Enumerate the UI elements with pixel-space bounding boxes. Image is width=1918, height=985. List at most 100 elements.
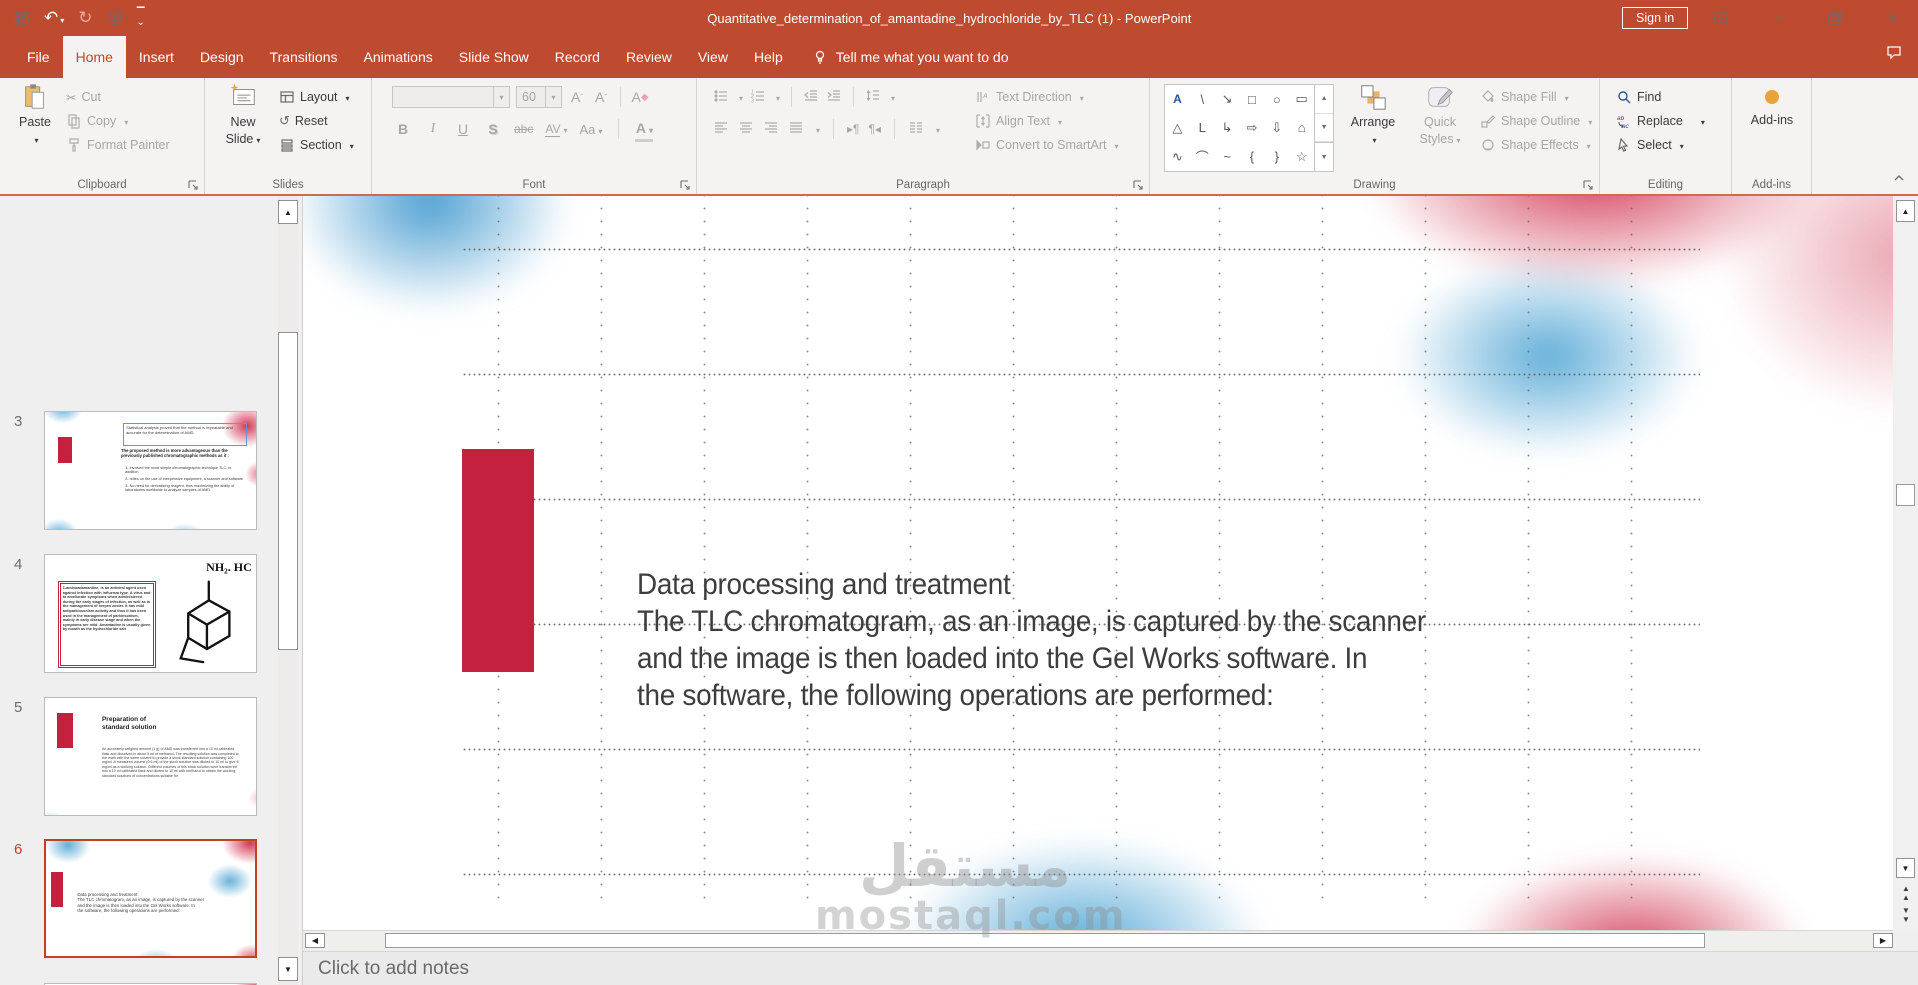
gallery-more-button[interactable]: ▼: [1315, 142, 1333, 171]
bold-button[interactable]: B: [394, 118, 412, 140]
tab-review[interactable]: Review: [613, 36, 685, 78]
drawing-dialog-launcher[interactable]: [1582, 178, 1594, 190]
tab-help[interactable]: Help: [741, 36, 796, 78]
right-to-left-button[interactable]: ¶◂: [868, 122, 880, 136]
tab-record[interactable]: Record: [542, 36, 613, 78]
comments-button[interactable]: [1886, 44, 1902, 65]
columns-button[interactable]: [908, 120, 924, 139]
text-direction-button[interactable]: A Text Direction: [975, 86, 1084, 108]
select-button[interactable]: Select: [1616, 134, 1684, 156]
shape-textbox[interactable]: A: [1165, 85, 1190, 114]
shape-rectangle[interactable]: □: [1240, 85, 1265, 114]
new-slide-button[interactable]: New Slide: [215, 82, 271, 148]
shape-right-brace[interactable]: }: [1264, 142, 1289, 171]
shape-left-brace[interactable]: {: [1240, 142, 1265, 171]
line-spacing-button[interactable]: [865, 88, 881, 107]
quick-styles-button[interactable]: Quick Styles: [1408, 82, 1472, 148]
slide-canvas[interactable]: Data processing and treatment The TLC ch…: [303, 196, 1893, 930]
tab-transitions[interactable]: Transitions: [257, 36, 351, 78]
shape-effects-button[interactable]: Shape Effects: [1480, 134, 1591, 156]
tab-design[interactable]: Design: [187, 36, 257, 78]
tab-slideshow[interactable]: Slide Show: [446, 36, 542, 78]
previous-slide-button[interactable]: ▲ ▲: [1897, 884, 1915, 902]
horizontal-scrollbar[interactable]: ◀ ▶: [303, 930, 1893, 950]
shape-star[interactable]: ☆: [1289, 142, 1314, 171]
collapse-ribbon-button[interactable]: [1892, 171, 1906, 190]
sign-in-button[interactable]: Sign in: [1622, 7, 1689, 29]
shape-elbow-arrow[interactable]: ↳: [1215, 114, 1240, 143]
red-rectangle-shape[interactable]: [462, 449, 534, 672]
arrange-button[interactable]: Arrange: [1342, 82, 1404, 148]
scroll-left-button[interactable]: ◀: [305, 933, 325, 948]
vertical-scrollbar-thumb[interactable]: [1896, 484, 1915, 506]
minimize-button[interactable]: [1762, 0, 1796, 36]
slide-thumbnail-5[interactable]: Preparation of standard solution An accu…: [44, 697, 257, 816]
shape-elbow[interactable]: L: [1190, 114, 1215, 143]
horizontal-scrollbar-thumb[interactable]: [385, 933, 1705, 948]
strikethrough-button[interactable]: abc: [514, 118, 533, 140]
tab-view[interactable]: View: [685, 36, 741, 78]
paste-button[interactable]: Paste: [8, 82, 62, 148]
font-name-combo[interactable]: ▾: [392, 86, 510, 108]
tab-home[interactable]: Home: [62, 36, 126, 78]
character-spacing-button[interactable]: AV: [545, 118, 567, 140]
ribbon-display-options-button[interactable]: [1704, 0, 1738, 36]
scroll-right-button[interactable]: ▶: [1873, 933, 1893, 948]
redo-button[interactable]: ↻: [78, 8, 92, 28]
thumbnail-scroll-down-button[interactable]: ▼: [278, 957, 298, 981]
close-button[interactable]: [1876, 0, 1910, 36]
text-shadow-button[interactable]: S: [484, 118, 502, 140]
clear-formatting-button[interactable]: A ◆: [631, 86, 649, 108]
replace-button[interactable]: ab ac Replace: [1616, 110, 1705, 132]
save-button[interactable]: [14, 10, 30, 26]
thumbnail-scrollbar-thumb[interactable]: [278, 332, 298, 650]
clipboard-dialog-launcher[interactable]: [187, 178, 199, 190]
shrink-font-button[interactable]: Aˇ: [592, 86, 610, 108]
bullets-button[interactable]: [713, 88, 729, 107]
vertical-scrollbar[interactable]: ▲ ▼ ▲ ▲ ▼ ▼: [1893, 196, 1918, 930]
gallery-scroll-down[interactable]: ▼: [1315, 114, 1333, 143]
slide-thumbnail-6[interactable]: Data processing and treatment The TLC ch…: [44, 839, 257, 958]
tab-file[interactable]: File: [14, 36, 63, 78]
layout-button[interactable]: Layout: [279, 86, 350, 108]
change-case-button[interactable]: Aa: [580, 118, 603, 140]
thumbnail-scroll-up-button[interactable]: ▲: [278, 200, 298, 224]
shape-triangle[interactable]: △: [1165, 114, 1190, 143]
next-slide-button[interactable]: ▼ ▼: [1897, 906, 1915, 924]
shape-arc[interactable]: ⌒: [1190, 142, 1215, 171]
shape-line[interactable]: \: [1190, 85, 1215, 114]
shape-outline-button[interactable]: Shape Outline: [1480, 110, 1592, 132]
decrease-indent-button[interactable]: [803, 88, 819, 107]
tab-insert[interactable]: Insert: [126, 36, 187, 78]
thumbnail-scrollbar[interactable]: ▲ ▼: [278, 196, 298, 985]
reset-button[interactable]: ↺ Reset: [279, 110, 328, 132]
customize-qat-button[interactable]: ▔ ⌄: [137, 9, 145, 28]
shape-oval[interactable]: ○: [1264, 85, 1289, 114]
justify-button[interactable]: [788, 120, 804, 139]
scroll-up-button[interactable]: ▲: [1896, 200, 1915, 222]
tab-animations[interactable]: Animations: [350, 36, 445, 78]
start-slideshow-button[interactable]: [107, 10, 123, 26]
align-text-button[interactable]: Align Text: [975, 110, 1062, 132]
underline-button[interactable]: U: [454, 118, 472, 140]
notes-panel[interactable]: Click to add notes: [303, 951, 1918, 985]
left-to-right-button[interactable]: ▸¶: [847, 122, 859, 136]
shape-curve[interactable]: ~: [1215, 142, 1240, 171]
scroll-down-button[interactable]: ▼: [1896, 858, 1915, 878]
shape-right-arrow[interactable]: ⇨: [1240, 114, 1265, 143]
copy-button[interactable]: Copy: [66, 110, 128, 132]
italic-button[interactable]: I: [424, 118, 442, 140]
shape-scribble[interactable]: ∿: [1165, 142, 1190, 171]
shape-freeform[interactable]: ⌂: [1289, 114, 1314, 143]
shape-rounded-rectangle[interactable]: ▭: [1289, 85, 1314, 114]
undo-button[interactable]: ↶: [44, 8, 64, 28]
align-left-button[interactable]: [713, 120, 729, 139]
paragraph-dialog-launcher[interactable]: [1132, 178, 1144, 190]
align-center-button[interactable]: [738, 120, 754, 139]
tell-me-box[interactable]: Tell me what you want to do: [812, 36, 1009, 78]
slide-text-placeholder[interactable]: Data processing and treatment The TLC ch…: [637, 566, 1474, 714]
find-button[interactable]: Find: [1616, 86, 1661, 108]
format-painter-button[interactable]: Format Painter: [66, 134, 170, 156]
font-color-button[interactable]: A: [635, 117, 654, 142]
add-ins-button[interactable]: Add-ins: [1744, 90, 1800, 127]
